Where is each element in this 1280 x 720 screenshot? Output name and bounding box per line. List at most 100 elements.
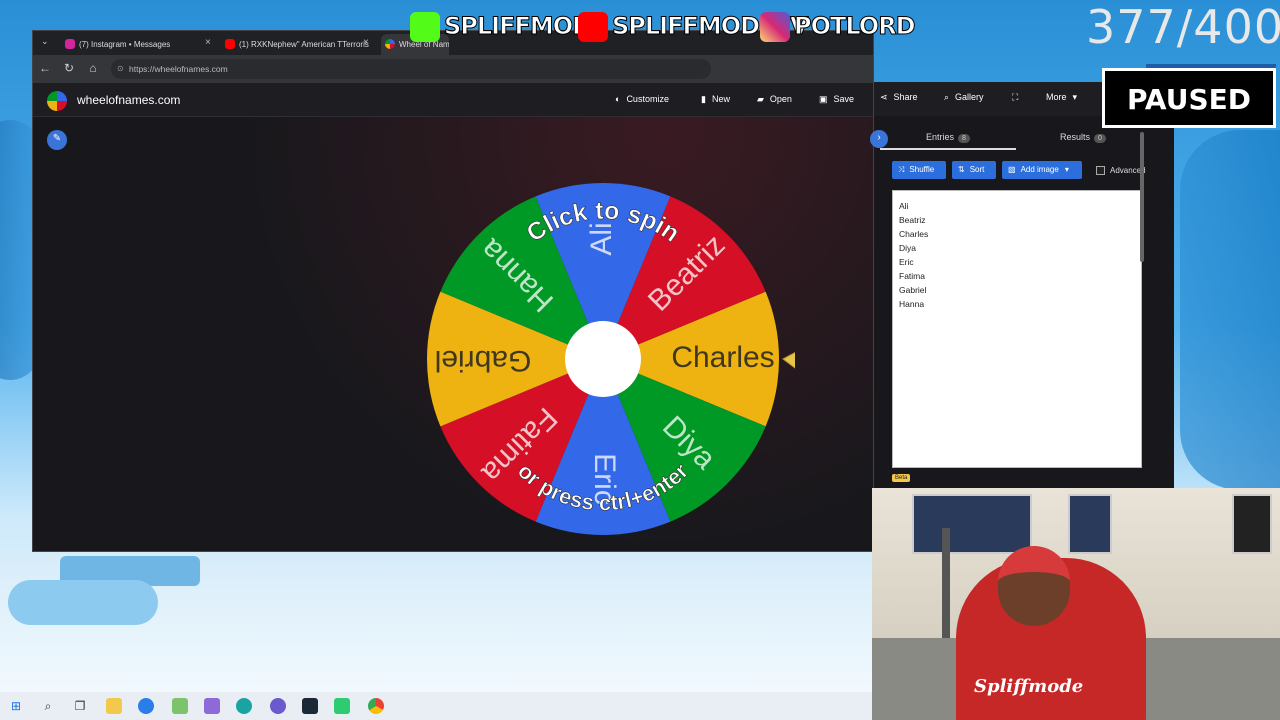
customize-label: Customize [626, 94, 669, 104]
tab-label: (7) Instagram • Messages [79, 40, 171, 49]
fullscreen-icon: ⛶ [1012, 92, 1019, 102]
tab-results[interactable]: Results 0 [1060, 132, 1106, 143]
share-button[interactable]: ⋖ Share [880, 92, 918, 103]
tab-list-dropdown-icon[interactable]: ⌄ [41, 36, 49, 47]
site-brand[interactable]: wheelofnames.com [77, 93, 180, 107]
tab-instagram[interactable]: (7) Instagram • Messages [61, 34, 213, 55]
results-count-badge: 0 [1094, 134, 1106, 143]
save-icon: ▣ [819, 94, 828, 104]
folder-icon: ▰ [757, 94, 764, 104]
app-icon[interactable] [334, 698, 350, 714]
wall-poster [1232, 494, 1272, 554]
tab-label: (1) RXKNephew" American TTerroris [239, 40, 369, 49]
kick-logo-icon [410, 12, 440, 42]
save-label: Save [833, 94, 855, 104]
shuffle-label: Shuffle [909, 165, 935, 174]
start-icon[interactable]: ⊞ [8, 698, 24, 714]
share-label: Share [893, 92, 918, 102]
palette-icon: ◐ [615, 94, 621, 104]
store-icon[interactable] [172, 698, 188, 714]
search-icon[interactable]: ⌕ [40, 698, 56, 714]
add-image-button[interactable]: ▧ Add image ▾ [1002, 161, 1082, 179]
streamer-head [998, 546, 1070, 626]
edit-pencil-icon[interactable]: ✎ [47, 130, 67, 150]
more-label: More [1046, 92, 1067, 102]
steam-icon[interactable] [302, 698, 318, 714]
sort-button[interactable]: ⇅ Sort [952, 161, 996, 179]
wheel-icon [385, 39, 395, 49]
entry-line: Fatima [899, 271, 925, 281]
webcam-feed: Spliffmode [872, 488, 1280, 720]
entry-line: Charles [899, 229, 929, 239]
close-tab-icon[interactable]: × [205, 37, 211, 48]
palm-decoration [1180, 130, 1280, 490]
address-bar: ← ↻ ⌂ ⊙ https://wheelofnames.com ☆ ✩ [33, 55, 873, 83]
new-button[interactable]: ▮ New [701, 94, 730, 105]
entry-line: Diya [899, 243, 917, 253]
gallery-label: Gallery [955, 92, 984, 102]
chrome-icon[interactable] [368, 698, 384, 714]
wheel-slice-label: Ali [585, 222, 618, 255]
open-label: Open [769, 94, 792, 104]
file-explorer-icon[interactable] [106, 698, 122, 714]
save-button[interactable]: ▣ Save [819, 94, 854, 105]
wall-poster [1068, 494, 1112, 554]
advanced-checkbox[interactable] [1096, 166, 1105, 175]
tab-youtube[interactable]: (1) RXKNephew" American TTerroris [221, 34, 371, 55]
new-file-icon: ▮ [701, 94, 706, 104]
more-button[interactable]: More ▾ [1046, 92, 1083, 103]
entries-textarea[interactable]: Ali Beatriz Charles Diya Eric Fatima Gab… [892, 190, 1142, 468]
site-info-icon[interactable]: ⊙ [117, 64, 124, 73]
add-image-label: Add image [1020, 165, 1059, 174]
entry-line: Ali [899, 201, 909, 211]
wheel-of-names-page: wheelofnames.com ◐ Customize ▮ New ▰ Open ▣… [33, 83, 873, 552]
taskbar: ⊞ ⌕ ❐ [0, 692, 872, 720]
paused-status: PAUSED [1102, 68, 1276, 128]
share-icon: ⋖ [880, 92, 888, 102]
customize-button[interactable]: ◐ Customize [615, 94, 669, 104]
app-icon[interactable] [236, 698, 252, 714]
fullscreen-button[interactable]: ⛶ [1012, 92, 1024, 103]
entry-line: Eric [899, 257, 914, 267]
search-icon: ⌕ [944, 92, 950, 102]
edge-icon[interactable] [138, 698, 154, 714]
chevron-down-icon: ▾ [1072, 92, 1078, 102]
active-tab-indicator [880, 148, 1016, 150]
entries-tab-label: Entries [926, 132, 955, 142]
collapse-panel-icon[interactable]: › [870, 130, 888, 148]
wheel-slice-label: Charles [671, 341, 774, 374]
url-text: https://wheelofnames.com [129, 64, 228, 74]
youtube-icon [225, 39, 235, 49]
tab-entries[interactable]: Entries 8 [926, 132, 970, 143]
wheel-logo-icon[interactable] [47, 91, 67, 111]
app-icon[interactable] [204, 698, 220, 714]
open-button[interactable]: ▰ Open [757, 94, 792, 105]
home-icon[interactable]: ⌂ [85, 61, 101, 75]
wall-poster [912, 494, 1032, 554]
app-icon[interactable] [270, 698, 286, 714]
panel-scrollbar[interactable] [1140, 132, 1144, 262]
instagram-logo-icon [760, 12, 790, 42]
close-tab-icon[interactable]: × [363, 37, 369, 48]
gallery-button[interactable]: ⌕ Gallery [944, 92, 984, 103]
results-tab-label: Results [1060, 132, 1091, 142]
shuffle-button[interactable]: ⤨ Shuffle [892, 161, 946, 179]
wheel-slice-label: Gabriel [435, 344, 532, 377]
entry-line: Hanna [899, 299, 925, 309]
goal-counter: 377/400 [1086, 0, 1280, 54]
back-icon[interactable]: ← [37, 61, 53, 75]
reload-icon[interactable]: ↻ [61, 61, 77, 75]
instagram-icon [65, 39, 75, 49]
sort-icon: ⇅ [958, 165, 965, 174]
wheel-graphic[interactable]: CharlesDiyaEricFatimaGabrielHanna Ali Beat… [411, 173, 795, 552]
shirt-logo-text: Spliffmode [974, 676, 1084, 697]
wheel[interactable]: Charles Diya Eric Fatima Gabriel Hanna Ali Beat… [411, 173, 795, 552]
url-field[interactable]: ⊙ https://wheelofnames.com [111, 59, 711, 79]
entries-count-badge: 8 [958, 134, 970, 143]
instagram-handle: POTLORD [794, 12, 917, 41]
shuffle-icon: ⤨ [898, 165, 905, 174]
task-view-icon[interactable]: ❐ [72, 698, 88, 714]
instagram-promo: POTLORD [760, 12, 917, 54]
image-icon: ▧ [1008, 165, 1016, 174]
wheel-center[interactable] [565, 321, 641, 397]
